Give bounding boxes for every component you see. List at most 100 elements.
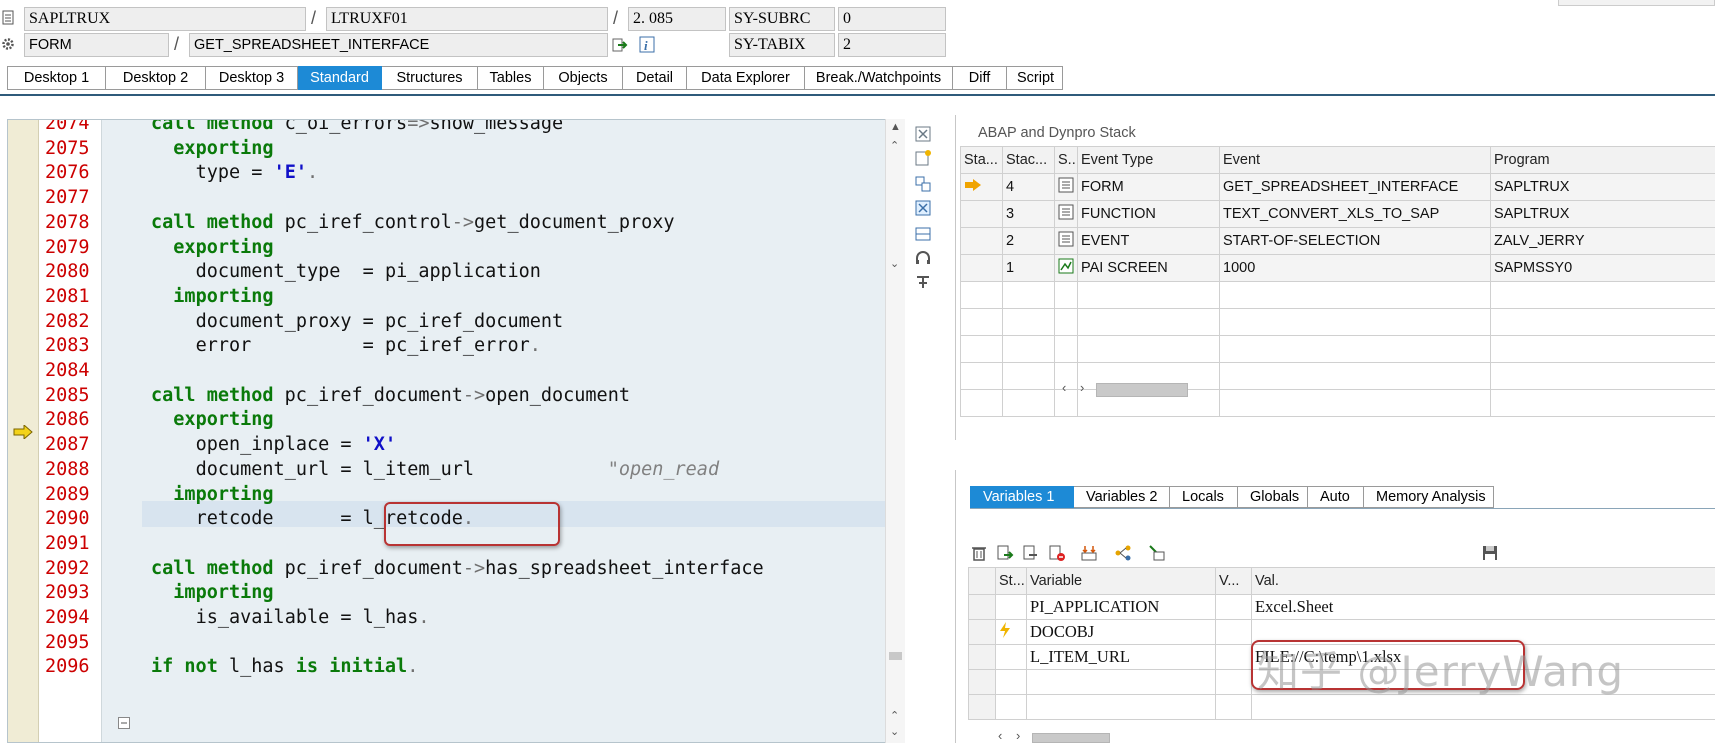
scroll-thumb[interactable] [1096,383,1188,397]
code-line[interactable]: call method pc_iref_document->has_spread… [151,558,764,579]
code-line[interactable]: exporting [173,138,273,159]
tab-script[interactable]: Script [1007,66,1063,90]
variables-horizontal-scrollbar[interactable]: ‹ › [996,728,1116,743]
scroll-thumb[interactable] [889,652,902,660]
settings-tool-icon[interactable] [914,273,932,291]
tab-locals[interactable]: Locals [1170,486,1238,508]
source-code-editor[interactable]: 2074 2075 2076 2077 2078 2079 2080 2081 2082 2083… [7,119,905,743]
row-selector[interactable] [968,669,996,695]
tab-tables[interactable]: Tables [478,66,544,90]
variables-column-header[interactable]: Variable [1026,567,1216,595]
variable-row[interactable]: PI_APPLICATION Excel.Sheet [968,594,1715,620]
stack-row[interactable]: 4 FORM GET_SPREADSHEET_INTERFACE SAPLTRUX [960,173,1715,201]
save-icon[interactable] [1481,544,1499,562]
stack-column-header[interactable]: Event [1219,146,1491,174]
empty-cell [960,308,1003,336]
code-line[interactable]: open_inplace = 'X' [196,434,397,455]
code-line[interactable]: importing [173,286,273,307]
tab-break-watchpoints[interactable]: Break./Watchpoints [805,66,953,90]
transfer-icon[interactable] [1148,544,1166,562]
tab-memory-analysis[interactable]: Memory Analysis [1364,486,1494,508]
new-tool-icon[interactable] [914,149,932,167]
row-selector[interactable] [968,594,996,620]
stack-column-header[interactable]: Stac... [1002,146,1055,174]
info-icon[interactable]: i [639,36,655,53]
code-line[interactable]: document_url = l_item_url "open_read [196,459,720,480]
import-variable-icon[interactable] [996,544,1014,562]
program-cell: SAPMSSY0 [1490,254,1715,282]
export-variable-icon[interactable] [1022,544,1040,562]
empty-cell [1490,362,1715,390]
stack-horizontal-scrollbar[interactable]: ‹ › [1060,379,1220,397]
code-line[interactable]: document_type = pi_application [196,261,541,282]
tab-desktop-2[interactable]: Desktop 2 [106,66,206,90]
stack-column-header[interactable]: Event Type [1077,146,1220,174]
stack-row[interactable]: 3 FUNCTION TEXT_CONVERT_XLS_TO_SAP SAPLTRUX [960,200,1715,228]
editor-vertical-scrollbar[interactable]: ▲ ⌃ ⌄ ⌃ ⌄ [885,119,905,743]
row-selector-header[interactable] [968,567,996,595]
stack-row[interactable]: 1 PAI SCREEN 1000 SAPMSSY0 [960,254,1715,282]
stack-row[interactable]: 2 EVENT START-OF-SELECTION ZALV_JERRY [960,227,1715,255]
tab-variables-2[interactable]: Variables 2 [1074,486,1170,508]
row-selector[interactable] [968,644,996,670]
scroll-right-icon[interactable]: › [1016,728,1020,743]
row-selector[interactable] [968,694,996,720]
compare-icon[interactable] [1080,544,1098,562]
variables-column-header[interactable]: Val. [1251,567,1715,595]
navigate-icon[interactable] [612,37,628,53]
screen-icon [1058,258,1074,274]
scroll-left-icon[interactable]: ‹ [1062,380,1066,395]
split-tool-icon[interactable] [914,225,932,243]
tab-auto[interactable]: Auto [1308,486,1364,508]
headset-tool-icon[interactable] [914,249,932,267]
tab-desktop-3[interactable]: Desktop 3 [206,66,298,90]
close-tool-icon[interactable] [914,125,932,143]
code-line[interactable]: type = 'E'. [196,162,319,183]
stack-column-header[interactable]: Sta... [960,146,1003,174]
remove-variable-icon[interactable] [1048,544,1066,562]
scroll-thumb[interactable] [1032,733,1110,743]
tab-objects[interactable]: Objects [544,66,623,90]
scroll-right-icon[interactable]: › [1080,380,1084,395]
scroll-up-icon[interactable]: ⌃ [890,139,899,152]
scroll-down-icon[interactable]: ⌄ [890,725,899,738]
code-line[interactable]: exporting [173,409,273,430]
line-number: 2095 [45,631,90,653]
code-line[interactable]: error = pc_iref_error. [196,335,541,356]
code-line[interactable]: importing [173,484,273,505]
tab-structures[interactable]: Structures [382,66,478,90]
scroll-up-icon[interactable]: ▲ [890,121,901,133]
tab-variables-1[interactable]: Variables 1 [970,486,1074,508]
code-line[interactable]: document_proxy = pc_iref_document [196,311,564,332]
scroll-up-icon[interactable]: ⌃ [890,709,899,722]
scroll-down-icon[interactable]: ⌄ [890,257,899,270]
tab-detail[interactable]: Detail [623,66,687,90]
current-marker-cell [960,254,1003,282]
scroll-left-icon[interactable]: ‹ [998,728,1002,743]
delete-icon[interactable] [970,544,988,562]
code-line[interactable]: call method pc_iref_document->open_docum… [151,385,630,406]
variables-column-header[interactable]: V... [1215,567,1252,595]
row-selector[interactable] [968,619,996,645]
tab-globals[interactable]: Globals [1238,486,1308,508]
empty-cell [1219,362,1491,390]
svg-text:i: i [644,38,648,53]
line-number: 2088 [45,458,90,480]
code-line[interactable]: call method c_oi_errors=>show_message [151,120,563,134]
stack-column-header[interactable]: S... [1054,146,1078,174]
code-line[interactable]: if not l_has is initial. [151,656,418,677]
code-line[interactable]: importing [173,582,273,603]
tab-desktop-1[interactable]: Desktop 1 [7,66,106,90]
swap-tool-icon[interactable] [914,175,932,193]
stack-column-header[interactable]: Program [1490,146,1715,174]
variables-column-header[interactable]: St... [995,567,1027,595]
code-line[interactable]: exporting [173,237,273,258]
maximize-tool-icon[interactable] [914,199,932,217]
tab-diff[interactable]: Diff [953,66,1007,90]
code-line[interactable]: is_available = l_has. [196,607,430,628]
hierarchy-icon[interactable] [1114,544,1132,562]
code-line[interactable]: call method pc_iref_control->get_documen… [151,212,675,233]
tab-standard[interactable]: Standard [298,66,382,90]
collapse-block-icon[interactable] [118,717,130,729]
tab-data-explorer[interactable]: Data Explorer [687,66,805,90]
